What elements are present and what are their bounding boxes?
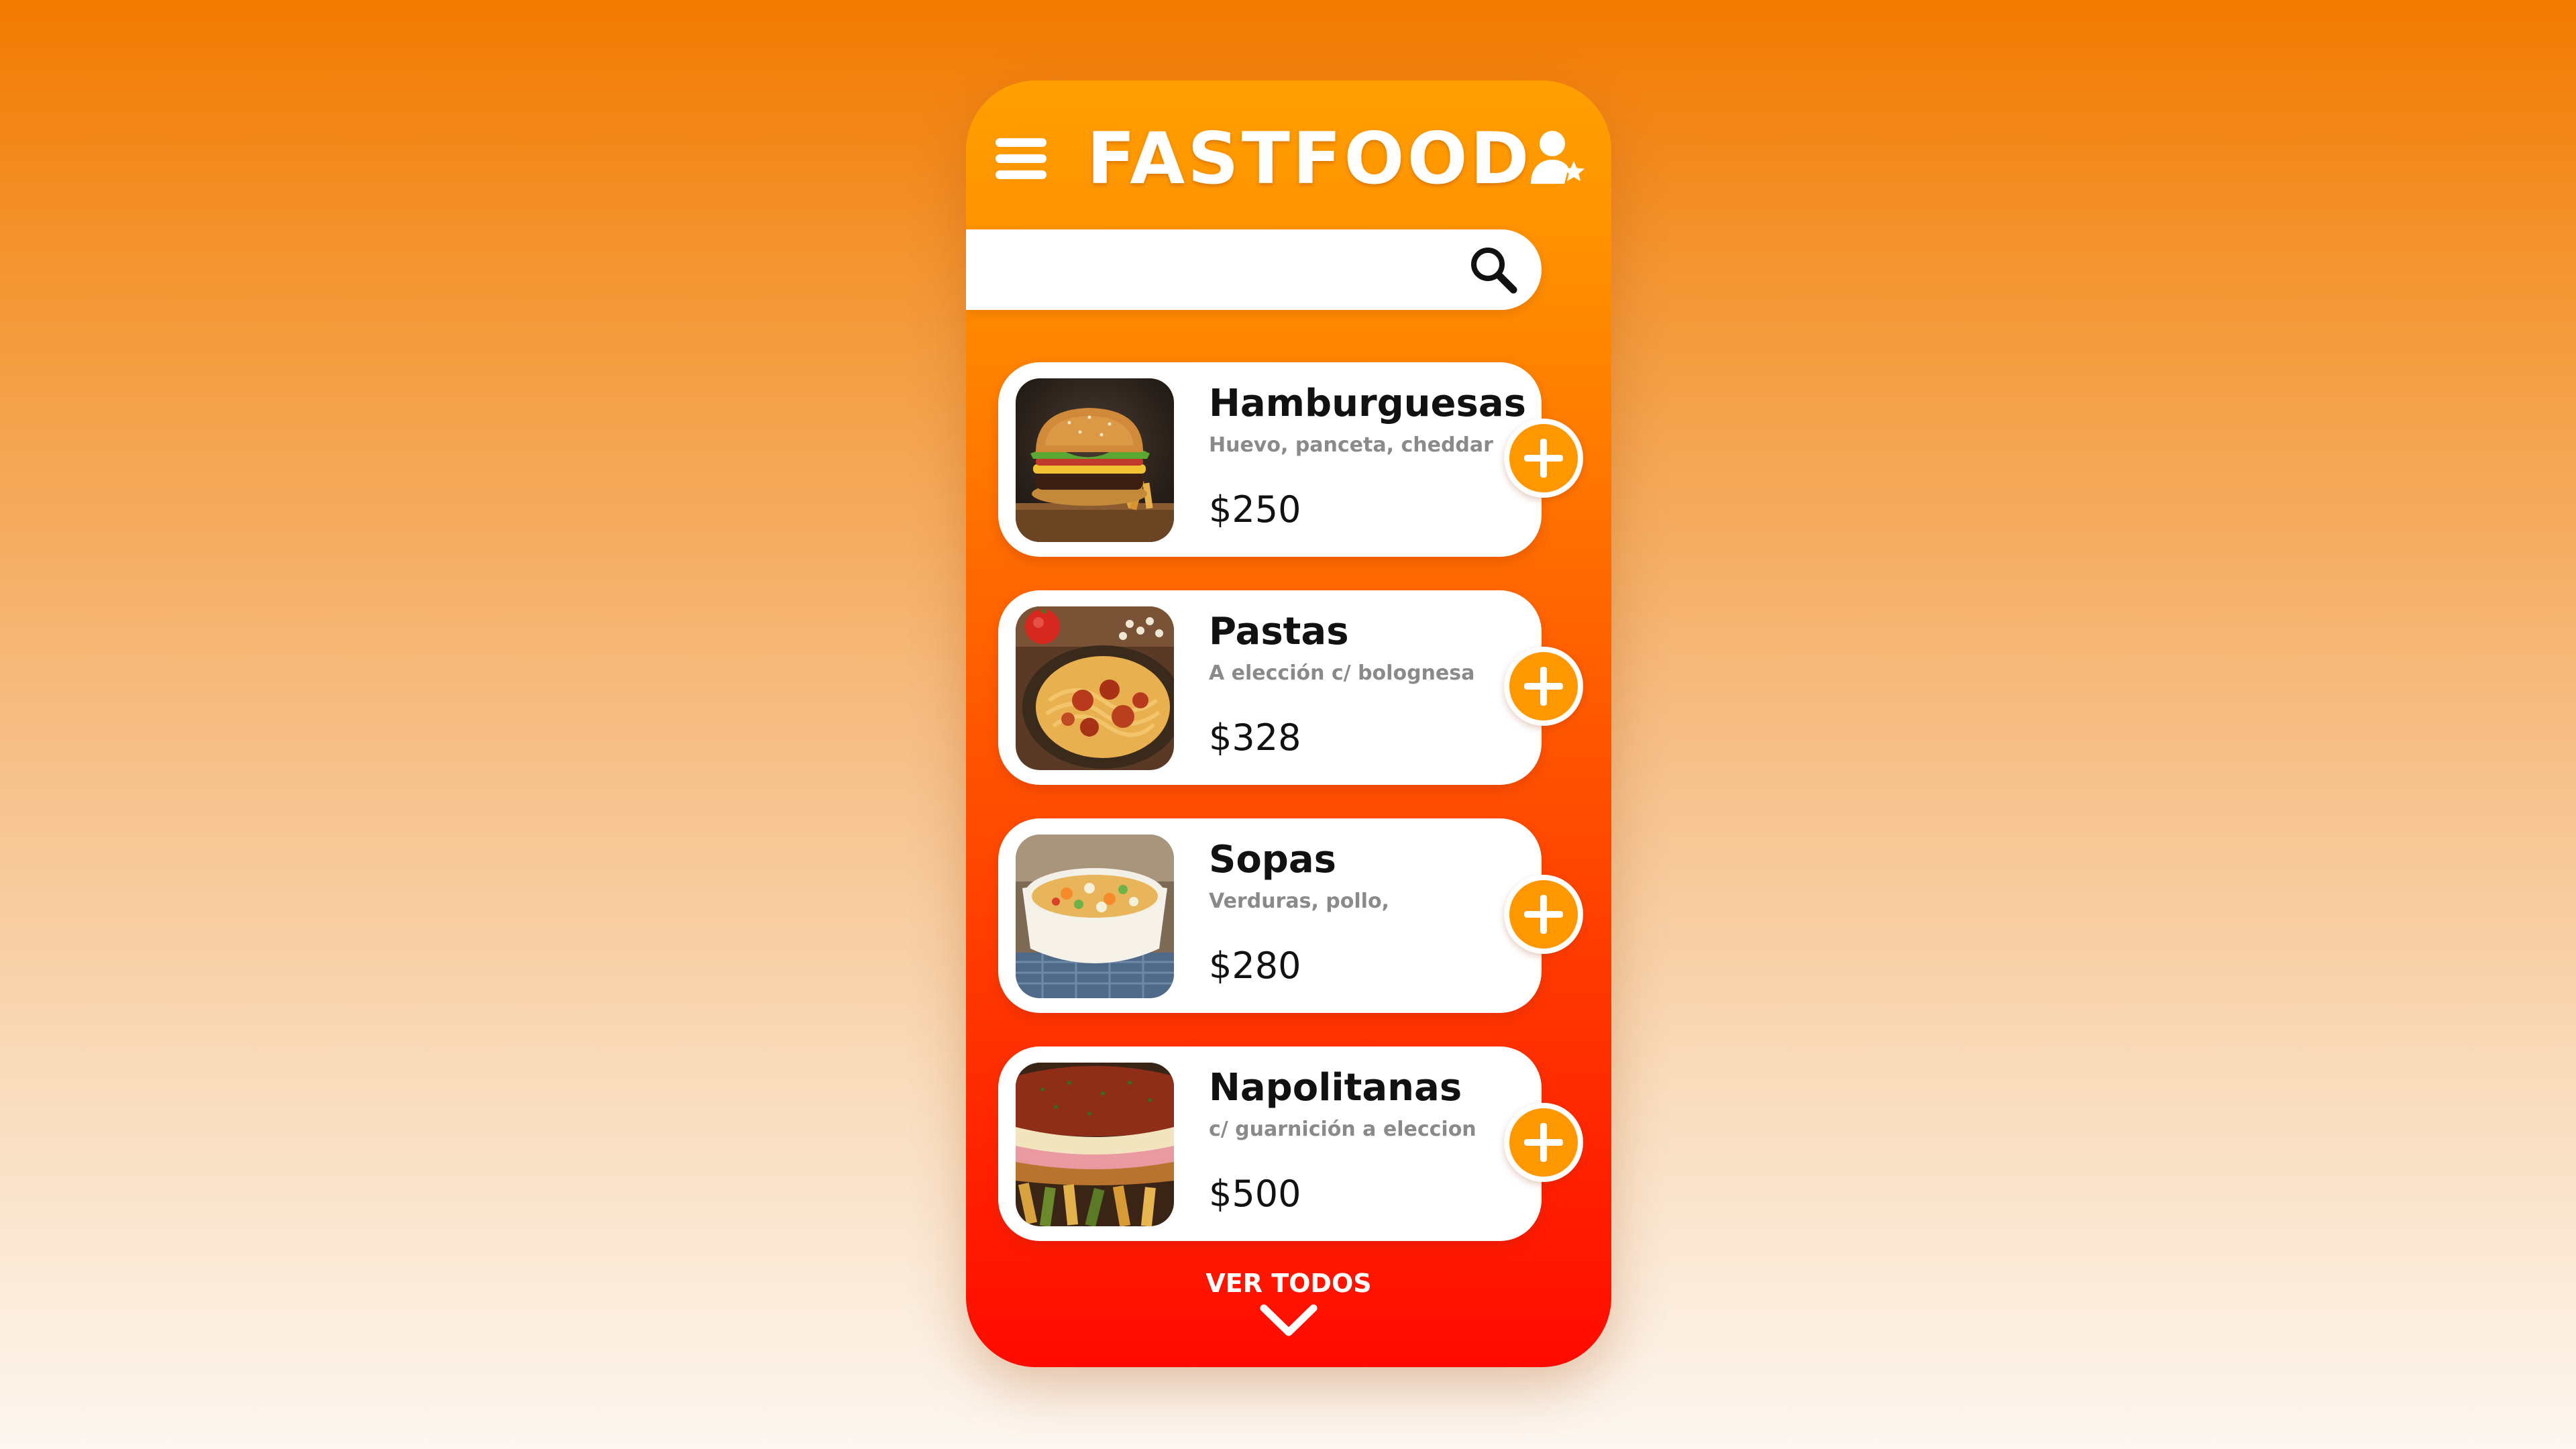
chevron-down-icon xyxy=(1260,1304,1318,1336)
product-price: $500 xyxy=(1209,1173,1301,1215)
product-list: Hamburguesas Huevo, panceta, cheddar $25… xyxy=(998,362,1610,1275)
product-price: $280 xyxy=(1209,945,1301,987)
add-to-cart-button[interactable] xyxy=(1504,875,1583,954)
product-card-hamburguesas[interactable]: Hamburguesas Huevo, panceta, cheddar $25… xyxy=(998,362,1583,557)
product-card-pastas[interactable]: Pastas A elección c/ bolognesa $328 xyxy=(998,590,1583,785)
plus-icon xyxy=(1509,1108,1578,1177)
phone-frame: FASTFOOD Hamburguesas Huevo, panceta, ch… xyxy=(966,80,1611,1367)
user-profile-icon[interactable] xyxy=(1528,126,1589,186)
product-name: Sopas xyxy=(1209,838,1337,881)
product-name: Pastas xyxy=(1209,610,1349,653)
view-all-button[interactable]: VER TODOS xyxy=(1188,1267,1389,1338)
add-to-cart-button[interactable] xyxy=(1504,647,1583,726)
search-input[interactable] xyxy=(979,241,1465,299)
hamburger-menu-icon[interactable] xyxy=(996,138,1052,182)
product-name: Hamburguesas xyxy=(1209,382,1526,425)
app-title: FASTFOOD xyxy=(1087,117,1532,200)
product-card-sopas[interactable]: Sopas Verduras, pollo, $280 xyxy=(998,818,1583,1013)
product-description: c/ guarnición a eleccion xyxy=(1209,1118,1477,1141)
product-name: Napolitanas xyxy=(1209,1066,1462,1110)
view-all-label: VER TODOS xyxy=(1205,1269,1372,1298)
soup-photo xyxy=(1016,835,1174,998)
plus-icon xyxy=(1509,424,1578,492)
product-description: A elección c/ bolognesa xyxy=(1209,661,1475,685)
plus-icon xyxy=(1509,652,1578,720)
product-price: $328 xyxy=(1209,716,1301,759)
add-to-cart-button[interactable] xyxy=(1504,1103,1583,1182)
product-description: Verduras, pollo, xyxy=(1209,890,1389,913)
plus-icon xyxy=(1509,880,1578,949)
pasta-photo xyxy=(1016,606,1174,770)
milanesa-napolitana-photo xyxy=(1016,1063,1174,1226)
product-card-napolitanas[interactable]: Napolitanas c/ guarnición a eleccion $50… xyxy=(998,1046,1583,1241)
burger-photo xyxy=(1016,378,1174,542)
add-to-cart-button[interactable] xyxy=(1504,419,1583,498)
product-description: Huevo, panceta, cheddar xyxy=(1209,433,1493,457)
product-price: $250 xyxy=(1209,488,1301,531)
user-star-icon xyxy=(1531,131,1585,184)
search-icon[interactable] xyxy=(1468,244,1519,295)
search-bar xyxy=(966,229,1542,310)
